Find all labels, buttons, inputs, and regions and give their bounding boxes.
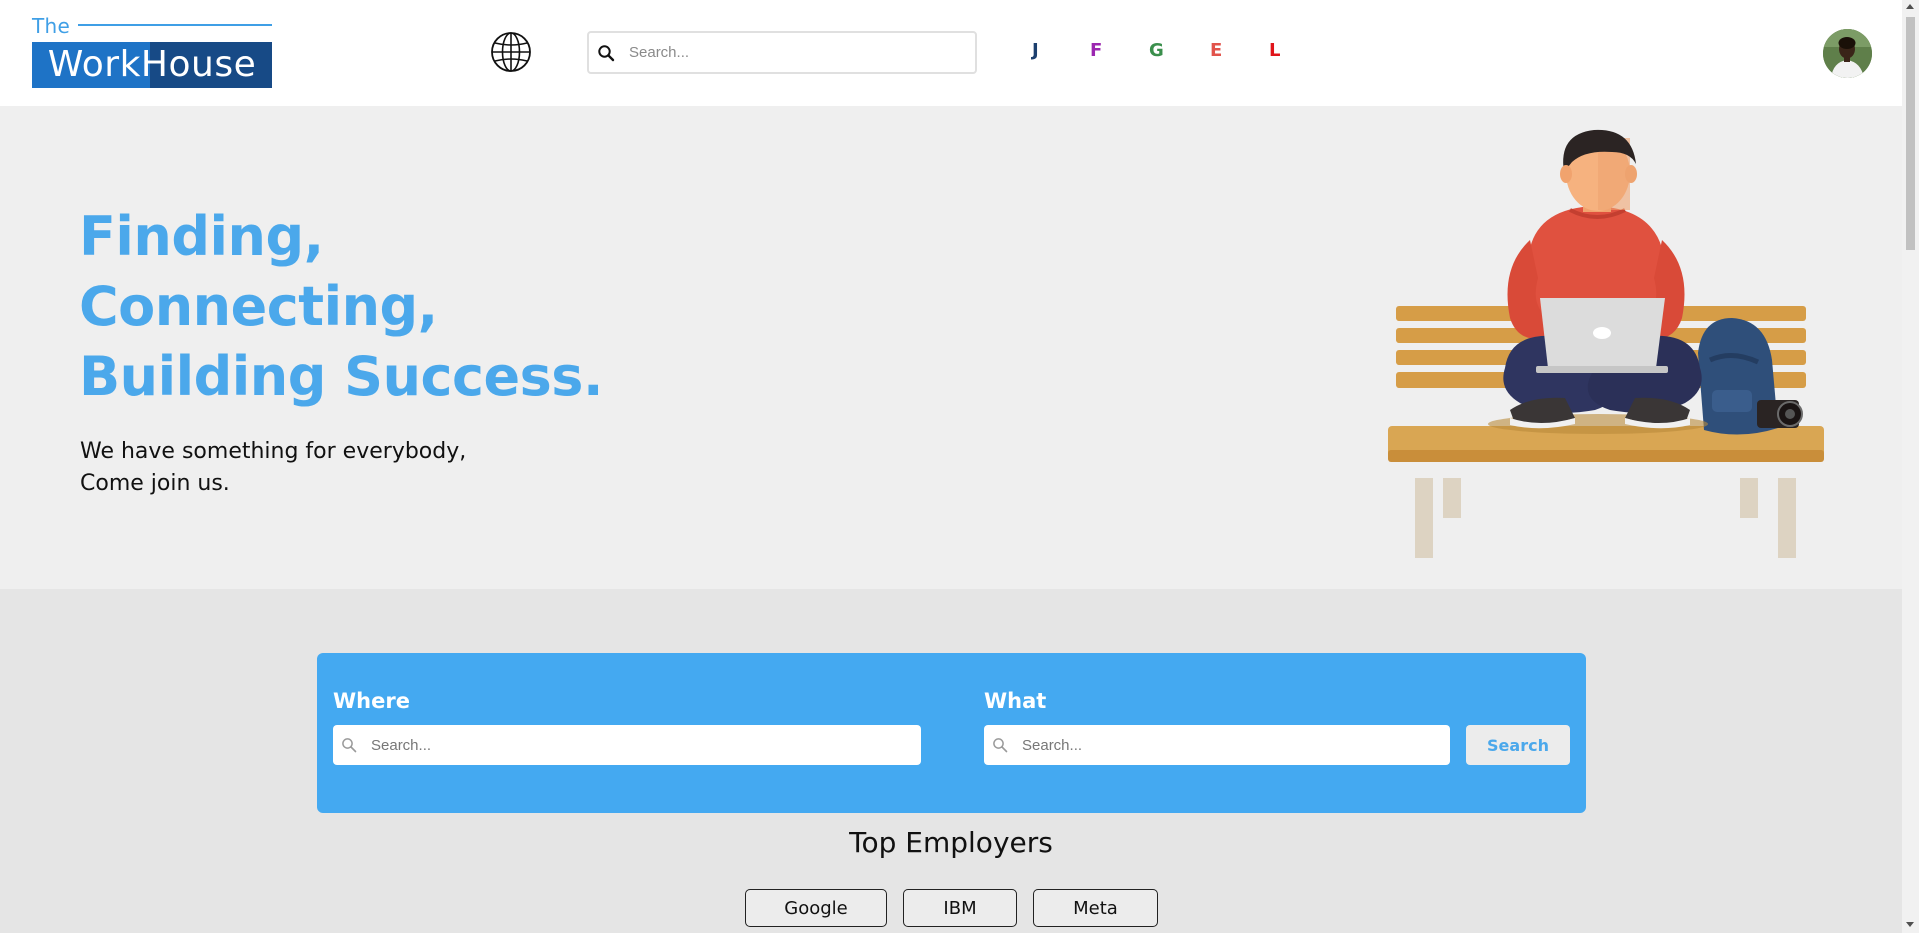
logo-wordmark: WorkHouse [47, 44, 257, 85]
header-search-input[interactable] [629, 38, 969, 67]
search-icon [598, 45, 615, 62]
category-letters: J F G E L [1020, 40, 1320, 68]
where-search-box[interactable] [333, 725, 921, 765]
globe-icon[interactable] [490, 31, 532, 73]
search-icon [993, 738, 1008, 753]
hero-subtitle: We have something for everybody, Come jo… [80, 436, 600, 500]
header-search-box[interactable] [587, 31, 977, 74]
letter-l-link[interactable]: L [1269, 40, 1280, 61]
page-scrollbar[interactable] [1902, 0, 1919, 933]
employer-meta-button[interactable]: Meta [1033, 889, 1158, 927]
search-button[interactable]: Search [1466, 725, 1570, 765]
hero-subtitle-line: We have something for everybody, [80, 439, 467, 464]
top-employers-heading: Top Employers [849, 826, 1053, 859]
job-search-panel: Where What Search [317, 653, 1586, 813]
employer-google-button[interactable]: Google [745, 889, 887, 927]
man-on-bench-illustration [1388, 129, 1824, 558]
avatar[interactable] [1823, 29, 1872, 78]
hero-title-line: Connecting, [79, 275, 438, 338]
workhouse-logo[interactable]: The WorkHouse [32, 14, 272, 90]
employer-ibm-button[interactable]: IBM [903, 889, 1017, 927]
letter-j-link[interactable]: J [1032, 40, 1039, 61]
logo-wordmark-box: WorkHouse [32, 42, 272, 88]
where-label: Where [333, 689, 410, 713]
logo-rule [78, 24, 272, 26]
hero-title: Finding, Connecting, Building Success. [79, 202, 679, 412]
hero-section: Finding, Connecting, Building Success. W… [0, 106, 1902, 589]
scroll-down-arrow-icon[interactable] [1906, 922, 1914, 927]
scroll-thumb[interactable] [1906, 17, 1915, 250]
logo-the-text: The [32, 14, 71, 38]
top-navbar: The WorkHouse J F G E L [0, 0, 1902, 106]
where-search-input[interactable] [371, 731, 911, 759]
profile-photo [1823, 29, 1872, 78]
search-icon [342, 738, 357, 753]
letter-f-link[interactable]: F [1090, 40, 1102, 61]
scroll-up-arrow-icon[interactable] [1906, 4, 1914, 9]
what-search-input[interactable] [1022, 731, 1442, 759]
hero-title-line: Finding, [79, 205, 324, 268]
letter-e-link[interactable]: E [1210, 40, 1222, 61]
what-label: What [984, 689, 1047, 713]
letter-g-link[interactable]: G [1149, 40, 1164, 61]
hero-subtitle-line: Come join us. [80, 471, 230, 496]
hero-title-line: Building Success. [79, 345, 603, 408]
what-search-box[interactable] [984, 725, 1450, 765]
